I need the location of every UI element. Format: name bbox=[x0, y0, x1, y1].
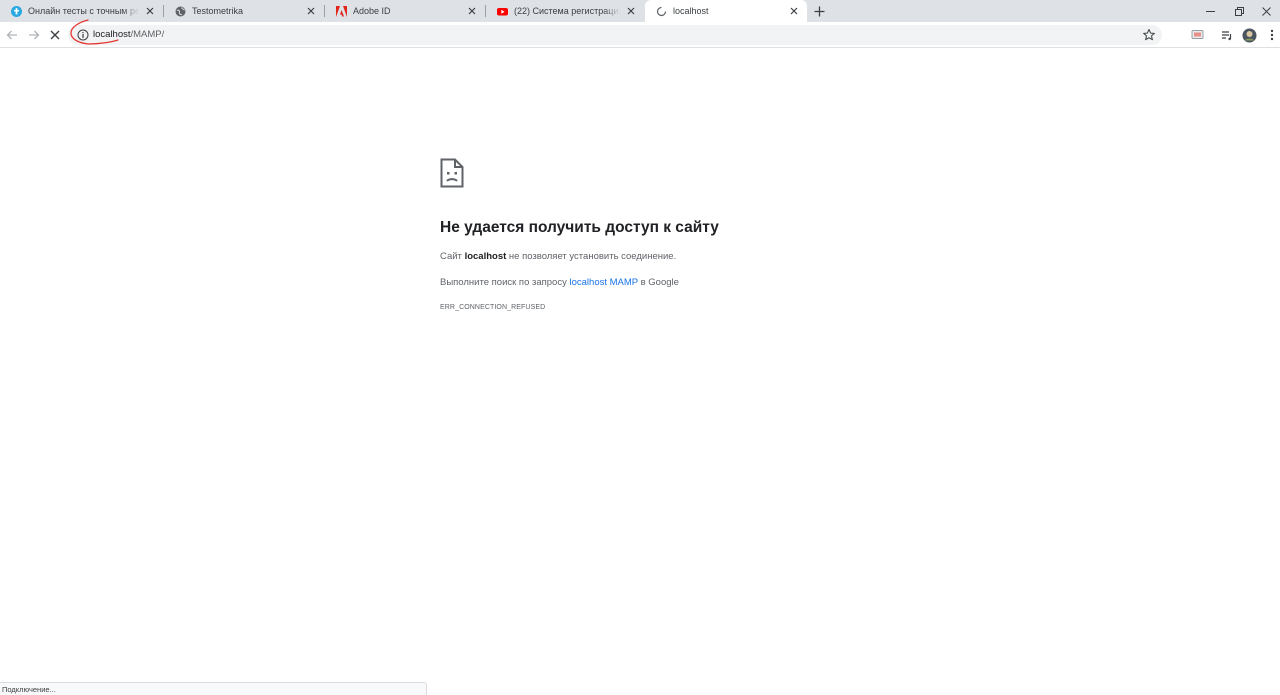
sad-document-icon bbox=[440, 158, 464, 188]
info-icon[interactable] bbox=[77, 29, 89, 41]
suggestion-text: Выполните поиск по запросу bbox=[440, 277, 567, 288]
url-host: localhost bbox=[93, 29, 131, 40]
tab-title: Testometrika bbox=[192, 6, 244, 16]
url-path: /MAMP/ bbox=[130, 29, 165, 40]
playlist-icon bbox=[1222, 31, 1232, 41]
menu-button[interactable] bbox=[1264, 27, 1280, 43]
close-icon[interactable] bbox=[304, 4, 318, 18]
suggestion-text: в Google bbox=[640, 277, 679, 288]
extension-button[interactable] bbox=[1189, 27, 1205, 43]
tab-youtube[interactable]: (22) Система регистрации и авторизации bbox=[486, 0, 644, 22]
arrow-left-icon bbox=[6, 30, 17, 40]
testometrika-blue-icon bbox=[11, 5, 22, 17]
restore-icon bbox=[1234, 6, 1244, 16]
reading-list-button[interactable] bbox=[1219, 27, 1235, 43]
minimize-icon bbox=[1205, 10, 1215, 12]
tab-title: Adobe ID bbox=[353, 6, 391, 16]
error-code: ERR_CONNECTION_REFUSED bbox=[440, 304, 546, 311]
adobe-icon bbox=[336, 5, 347, 17]
error-text: не позволяет установить соединение. bbox=[508, 251, 677, 262]
close-icon[interactable] bbox=[787, 4, 801, 18]
tab-adobe-id[interactable]: Adobe ID bbox=[325, 0, 485, 22]
tab-testometrika-tests[interactable]: Онлайн тесты с точным результатом bbox=[0, 0, 163, 22]
error-description: Сайт localhost не позволяет установить с… bbox=[440, 251, 676, 262]
url-text[interactable]: localhost/MAMP/ bbox=[93, 29, 164, 40]
plus-icon bbox=[814, 6, 825, 17]
tab-testometrika[interactable]: Testometrika bbox=[164, 0, 324, 22]
minimize-button[interactable] bbox=[1194, 0, 1226, 22]
tab-title: (22) Система регистрации и авторизации bbox=[514, 6, 620, 16]
globe-icon bbox=[175, 6, 186, 17]
browser-toolbar: localhost/MAMP/ bbox=[0, 22, 1280, 48]
arrow-right-icon bbox=[29, 30, 40, 40]
address-bar[interactable]: localhost/MAMP/ bbox=[68, 25, 1162, 45]
youtube-icon bbox=[497, 6, 508, 17]
close-icon[interactable] bbox=[143, 4, 157, 18]
cast-icon bbox=[1191, 30, 1203, 39]
error-title: Не удается получить доступ к сайту bbox=[440, 219, 719, 236]
search-link[interactable]: localhost MAMP bbox=[570, 277, 638, 288]
error-host: localhost bbox=[464, 251, 507, 262]
stop-loading-button[interactable] bbox=[47, 27, 63, 43]
restore-button[interactable] bbox=[1223, 0, 1255, 22]
close-icon bbox=[50, 30, 60, 40]
profile-avatar[interactable] bbox=[1241, 27, 1257, 43]
close-icon[interactable] bbox=[465, 4, 479, 18]
tab-title: Онлайн тесты с точным результатом bbox=[28, 6, 139, 16]
status-bubble: Подключение... bbox=[0, 682, 427, 695]
close-icon bbox=[1261, 6, 1271, 16]
search-suggestion: Выполните поиск по запросу localhost MAM… bbox=[440, 277, 679, 288]
loading-spinner-icon bbox=[656, 6, 667, 17]
tab-localhost[interactable]: localhost bbox=[645, 0, 807, 22]
close-window-button[interactable] bbox=[1252, 0, 1280, 22]
kebab-menu-icon bbox=[1270, 29, 1274, 41]
tab-strip: Онлайн тесты с точным результатом Testom… bbox=[0, 0, 1280, 22]
star-icon[interactable] bbox=[1142, 28, 1156, 42]
error-text: Сайт bbox=[440, 251, 462, 262]
new-tab-button[interactable] bbox=[811, 3, 828, 20]
avatar-icon bbox=[1242, 28, 1256, 42]
forward-button[interactable] bbox=[26, 27, 42, 43]
tab-title: localhost bbox=[673, 6, 709, 16]
back-button[interactable] bbox=[4, 27, 20, 43]
close-icon[interactable] bbox=[624, 4, 638, 18]
